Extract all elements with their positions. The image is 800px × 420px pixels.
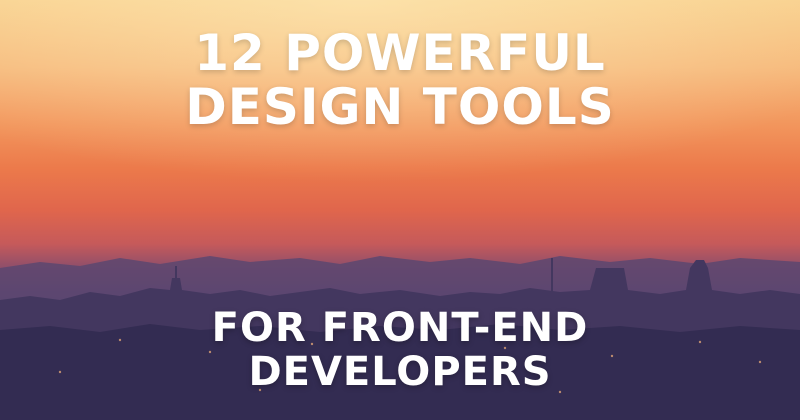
headline-line-1: 12 POWERFUL xyxy=(194,24,606,82)
subheadline-line-1: FOR FRONT-END xyxy=(211,305,589,351)
subheadline: FOR FRONT-END DEVELOPERS xyxy=(0,306,800,394)
subheadline-line-2: DEVELOPERS xyxy=(248,349,552,395)
headline: 12 POWERFUL DESIGN TOOLS xyxy=(0,26,800,134)
headline-line-2: DESIGN TOOLS xyxy=(185,78,615,136)
hero-banner: 12 POWERFUL DESIGN TOOLS FOR FRONT-END D… xyxy=(0,0,800,420)
